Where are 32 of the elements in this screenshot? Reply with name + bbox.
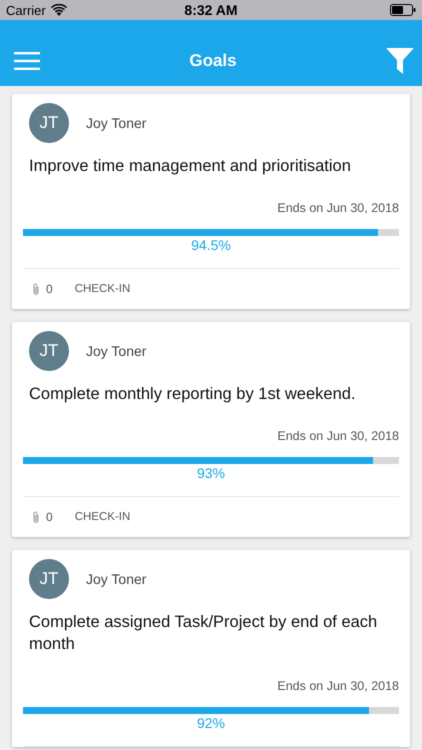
- menu-icon: [14, 52, 40, 70]
- paperclip-icon: [32, 510, 40, 524]
- progress-percent: 93%: [196, 464, 226, 482]
- owner-name: Joy Toner: [86, 343, 146, 359]
- owner-name: Joy Toner: [86, 571, 146, 587]
- owner-name: Joy Toner: [86, 115, 146, 131]
- paperclip-icon: [32, 282, 40, 296]
- progress-percent: 94.5%: [191, 236, 231, 254]
- avatar: JT: [29, 559, 69, 599]
- goal-title: Improve time management and prioritisation: [28, 156, 352, 177]
- attachment-count: 0: [46, 282, 53, 296]
- attachment-count: 0: [46, 510, 53, 524]
- goal-card[interactable]: JT Joy Toner Improve time management and prioritisation Ends on Jun 30, 2018 94.5% 0 CHECK-IN: [12, 94, 410, 309]
- carrier-name: Carrier: [6, 2, 46, 18]
- end-date: Ends on Jun 30, 2018: [276, 428, 399, 444]
- check-in-button[interactable]: CHECK-IN: [74, 511, 130, 523]
- goal-card[interactable]: JT Joy Toner Complete monthly reporting by 1st weekend. Ends on Jun 30, 2018 93% 0 CHECK-IN: [12, 322, 410, 537]
- end-date: Ends on Jun 30, 2018: [276, 678, 399, 694]
- page-title: Goals: [189, 50, 237, 72]
- goal-title: Complete monthly reporting by 1st weekend.: [28, 384, 357, 405]
- filter-button[interactable]: [386, 46, 414, 76]
- check-in-button[interactable]: CHECK-IN: [74, 283, 130, 295]
- end-date: Ends on Jun 30, 2018: [276, 200, 399, 216]
- clock-time: 8:32 AM: [184, 2, 238, 18]
- battery-icon: [390, 4, 416, 16]
- wifi-icon: [50, 4, 67, 16]
- goal-title: Complete assigned Task/Project by end of each month: [28, 612, 378, 655]
- avatar: JT: [29, 331, 69, 371]
- avatar: JT: [29, 103, 69, 143]
- progress-percent: 92%: [196, 714, 226, 732]
- goal-card[interactable]: JT Joy Toner Complete assigned Task/Project by end of each month Ends on Jun 30, 2018 92%: [12, 550, 410, 747]
- filter-icon: [386, 48, 414, 74]
